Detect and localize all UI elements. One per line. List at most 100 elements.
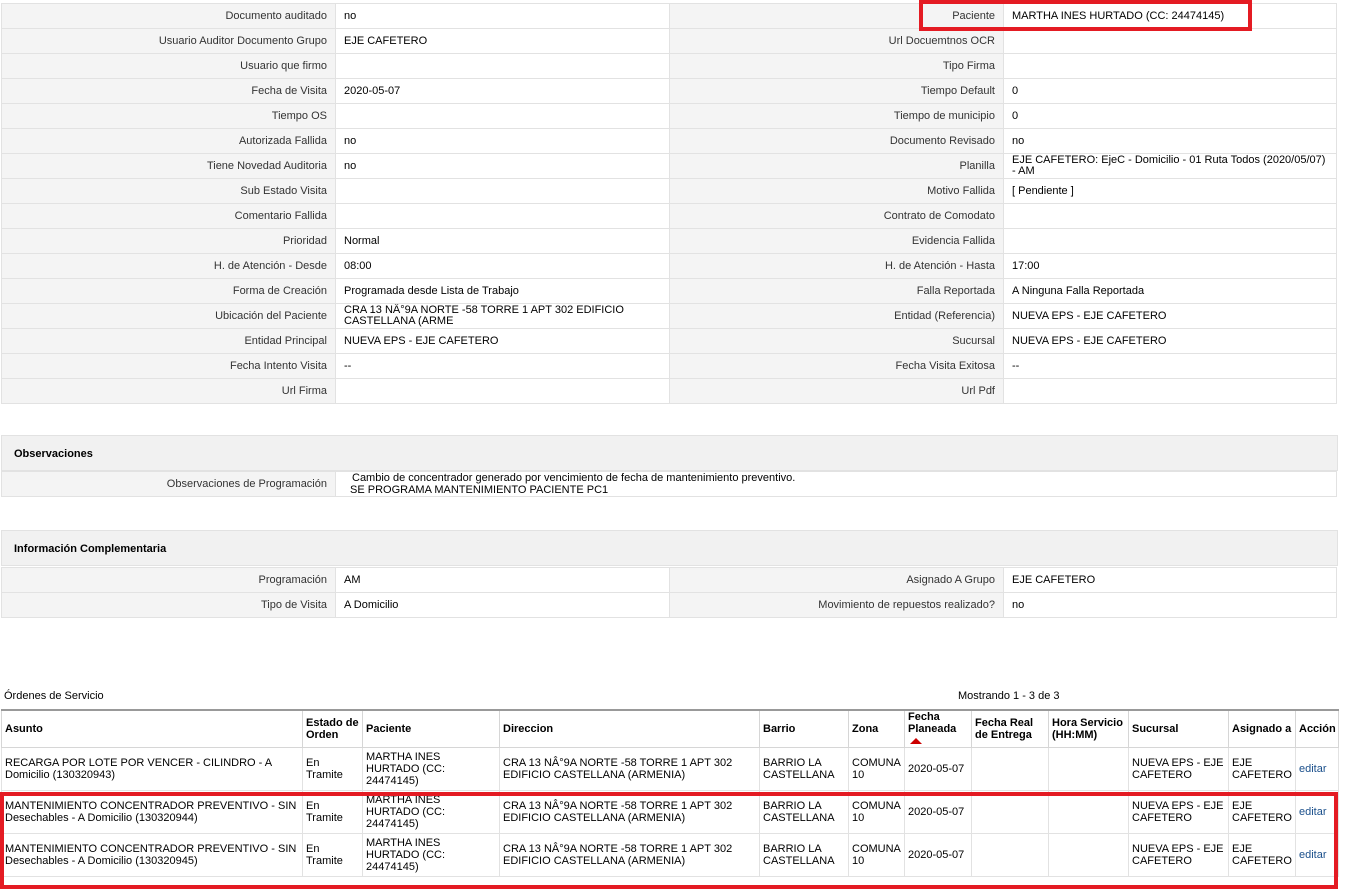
detail-label: Entidad Principal [1, 328, 336, 354]
orders-cell-fecha-real [971, 790, 1049, 834]
detail-value: -- [1003, 353, 1337, 379]
detail-value [335, 103, 670, 129]
observaciones-value: Cambio de concentrador generado por venc… [335, 471, 1337, 497]
detail-value: [ Pendiente ] [1003, 178, 1337, 204]
orders-row: RECARGA POR LOTE POR VENCER - CILINDRO -… [1, 747, 1339, 791]
orders-column-label: Zona [852, 723, 879, 735]
detail-label: Entidad (Referencia) [669, 303, 1004, 329]
orders-table: Asunto Estado de Orden Paciente Direccion Ba… [1, 709, 1339, 877]
detail-label: Documento auditado [1, 3, 336, 29]
orders-column-label: Asignado a [1232, 723, 1292, 735]
orders-column-header[interactable]: Fecha Real de Entrega [971, 709, 1049, 748]
detail-value: NUEVA EPS - EJE CAFETERO [1003, 328, 1337, 354]
visit-detail-table: Documento auditado no Paciente MARTHA INES … [1, 3, 1337, 404]
orders-cell-direccion: CRA 13 NÂ°9A NORTE -58 TORRE 1 APT 302 E… [499, 790, 760, 834]
orders-column-label: Direccion [503, 723, 554, 735]
orders-cell-hora [1048, 747, 1129, 791]
detail-value: no [335, 153, 670, 179]
orders-column-header[interactable]: Fecha Planeada [904, 709, 972, 748]
complementaria-value: AM [335, 567, 670, 593]
orders-cell-sucursal: NUEVA EPS - EJE CAFETERO [1128, 747, 1229, 791]
edit-link[interactable]: editar [1295, 747, 1339, 791]
orders-cell-asignado: EJE CAFETERO [1228, 747, 1296, 791]
detail-label: Documento Revisado [669, 128, 1004, 154]
detail-row: Usuario que firmo Tipo Firma [1, 53, 1337, 79]
detail-value [335, 203, 670, 229]
detail-label: H. de Atención - Desde [1, 253, 336, 279]
detail-label: Autorizada Fallida [1, 128, 336, 154]
orders-column-header[interactable]: Asignado a [1228, 709, 1296, 748]
orders-cell-hora [1048, 790, 1129, 834]
detail-label: Comentario Fallida [1, 203, 336, 229]
orders-cell-fecha: 2020-05-07 [904, 747, 972, 791]
complementaria-row: Tipo de Visita A Domicilio Movimiento de r… [1, 592, 1337, 618]
orders-column-header[interactable]: Estado de Orden [302, 709, 363, 748]
orders-title: Órdenes de Servicio [4, 690, 104, 702]
detail-label: Fecha Intento Visita [1, 353, 336, 379]
orders-row: MANTENIMIENTO CONCENTRADOR PREVENTIVO - … [1, 790, 1339, 834]
complementaria-value: no [1003, 592, 1337, 618]
detail-value [335, 178, 670, 204]
detail-label: Usuario que firmo [1, 53, 336, 79]
orders-cell-asunto: RECARGA POR LOTE POR VENCER - CILINDRO -… [1, 747, 303, 791]
orders-cell-zona: COMUNA 10 [848, 790, 905, 834]
orders-cell-zona: COMUNA 10 [848, 747, 905, 791]
detail-label: Url Firma [1, 378, 336, 404]
orders-column-label: Acción [1299, 723, 1336, 735]
detail-label: Tiempo Default [669, 78, 1004, 104]
edit-link[interactable]: editar [1295, 790, 1339, 834]
orders-column-header[interactable]: Zona [848, 709, 905, 748]
orders-column-label: Hora Servicio (HH:MM) [1052, 717, 1123, 741]
orders-column-header[interactable]: Paciente [362, 709, 500, 748]
detail-row: Url Firma Url Pdf [1, 378, 1337, 404]
orders-cell-fecha-real [971, 833, 1049, 877]
detail-value [1003, 28, 1337, 54]
detail-row: Prioridad Normal Evidencia Fallida [1, 228, 1337, 254]
orders-cell-asunto: MANTENIMIENTO CONCENTRADOR PREVENTIVO - … [1, 833, 303, 877]
detail-label: Fecha Visita Exitosa [669, 353, 1004, 379]
detail-label: Tiene Novedad Auditoria [1, 153, 336, 179]
orders-cell-zona: COMUNA 10 [848, 833, 905, 877]
detail-value: 0 [1003, 78, 1337, 104]
detail-label: Sub Estado Visita [1, 178, 336, 204]
detail-row: Usuario Auditor Documento Grupo EJE CAFET… [1, 28, 1337, 54]
detail-row: Tiene Novedad Auditoria no Planilla EJE CAF… [1, 153, 1337, 179]
detail-label: Motivo Fallida [669, 178, 1004, 204]
complementaria-table: Programación AM Asignado A Grupo EJE CAFETE… [1, 567, 1337, 618]
detail-row: Fecha de Visita 2020-05-07 Tiempo Default 0 [1, 78, 1337, 104]
orders-column-header[interactable]: Acción [1295, 709, 1339, 748]
detail-value: NUEVA EPS - EJE CAFETERO [1003, 303, 1337, 329]
orders-column-header[interactable]: Hora Servicio (HH:MM) [1048, 709, 1129, 748]
detail-value: 17:00 [1003, 253, 1337, 279]
detail-value: A Ninguna Falla Reportada [1003, 278, 1337, 304]
detail-value: -- [335, 353, 670, 379]
orders-column-label: Paciente [366, 723, 412, 735]
orders-cell-barrio: BARRIO LA CASTELLANA [759, 790, 849, 834]
complementaria-header: Información Complementaria [1, 530, 1338, 566]
orders-cell-asunto: MANTENIMIENTO CONCENTRADOR PREVENTIVO - … [1, 790, 303, 834]
orders-column-header[interactable]: Direccion [499, 709, 760, 748]
orders-column-header[interactable]: Sucursal [1128, 709, 1229, 748]
detail-value: Normal [335, 228, 670, 254]
orders-cell-paciente: MARTHA INES HURTADO (CC: 24474145) [362, 790, 500, 834]
orders-row: MANTENIMIENTO CONCENTRADOR PREVENTIVO - … [1, 833, 1339, 877]
sort-ascending-icon[interactable] [910, 738, 922, 744]
detail-value: 2020-05-07 [335, 78, 670, 104]
orders-cell-sucursal: NUEVA EPS - EJE CAFETERO [1128, 790, 1229, 834]
detail-label: Paciente [669, 3, 1004, 29]
detail-row: Ubicación del Paciente CRA 13 NÂ°9A NORTE… [1, 303, 1337, 329]
orders-column-header[interactable]: Barrio [759, 709, 849, 748]
observaciones-table: Observaciones de Programación Cambio de … [1, 471, 1337, 497]
edit-link[interactable]: editar [1295, 833, 1339, 877]
detail-value [1003, 228, 1337, 254]
detail-value: Programada desde Lista de Trabajo [335, 278, 670, 304]
orders-column-label: Sucursal [1132, 723, 1179, 735]
complementaria-label: Programación [1, 567, 336, 593]
complementaria-row: Programación AM Asignado A Grupo EJE CAFETE… [1, 567, 1337, 593]
orders-cell-barrio: BARRIO LA CASTELLANA [759, 747, 849, 791]
detail-label: Ubicación del Paciente [1, 303, 336, 329]
detail-value: CRA 13 NÂ°9A NORTE -58 TORRE 1 APT 302 E… [335, 303, 670, 329]
orders-column-header[interactable]: Asunto [1, 709, 303, 748]
orders-cell-direccion: CRA 13 NÂ°9A NORTE -58 TORRE 1 APT 302 E… [499, 833, 760, 877]
observaciones-line-2: SE PROGRAMA MANTENIMIENTO PACIENTE PC1 [350, 483, 609, 496]
